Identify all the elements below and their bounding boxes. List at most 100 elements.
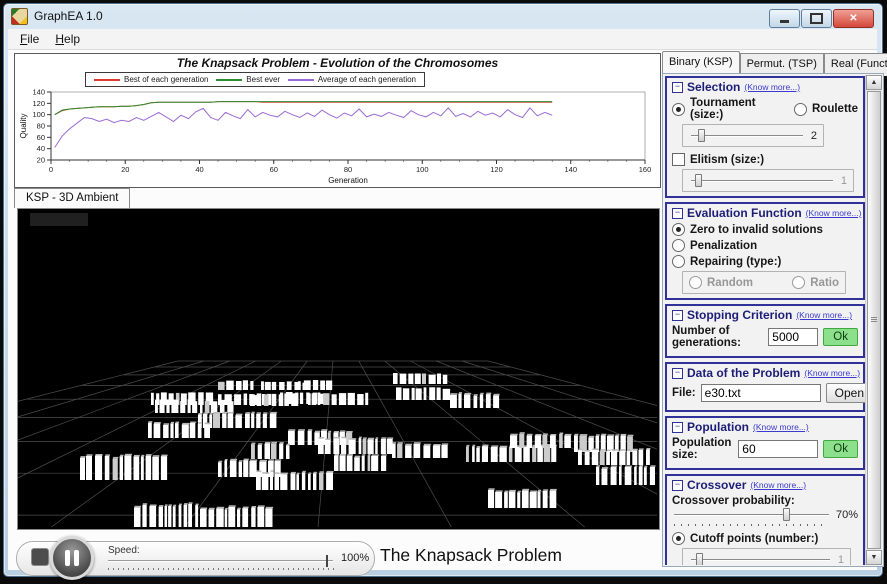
- zero-invalid-label: Zero to invalid solutions: [690, 224, 823, 236]
- speed-slider-track[interactable]: [108, 560, 333, 562]
- know-more-link[interactable]: (Know more...): [804, 368, 860, 378]
- generations-input[interactable]: [768, 328, 818, 346]
- know-more-link[interactable]: (Know more...): [744, 82, 800, 92]
- tournament-radio[interactable]: [672, 103, 685, 116]
- section-title: Selection: [687, 80, 740, 94]
- scrollbar-thumb[interactable]: [867, 91, 881, 549]
- slider-thumb[interactable]: [783, 508, 790, 521]
- legend-item: Best of each generation: [94, 75, 209, 84]
- close-button[interactable]: ✕: [833, 9, 874, 28]
- legend-swatch: [94, 79, 120, 81]
- roulette-radio[interactable]: [794, 103, 807, 116]
- stop-button[interactable]: [32, 549, 48, 565]
- legend-item: Best ever: [216, 75, 280, 84]
- pause-button[interactable]: [50, 536, 94, 580]
- elitism-size-value: 1: [841, 175, 847, 187]
- speed-slider[interactable]: [108, 555, 333, 567]
- collapse-icon[interactable]: −: [672, 480, 683, 491]
- open-button[interactable]: Open: [826, 383, 865, 403]
- problem-title: The Knapsack Problem: [380, 545, 562, 566]
- collapse-icon[interactable]: −: [672, 310, 683, 321]
- scroll-up-icon[interactable]: ▲: [866, 75, 882, 90]
- menubar: File Help: [8, 29, 877, 50]
- random-label: Random: [707, 277, 753, 289]
- slider-track[interactable]: [691, 559, 830, 561]
- elitism-size-slider[interactable]: [689, 174, 835, 187]
- legend-label: Best of each generation: [124, 75, 209, 84]
- slider-track[interactable]: [674, 514, 829, 516]
- file-input[interactable]: [701, 384, 821, 402]
- svg-text:80: 80: [37, 122, 45, 131]
- population-size-input[interactable]: [738, 440, 818, 458]
- svg-text:20: 20: [37, 156, 45, 165]
- scroll-down-icon[interactable]: ▼: [866, 550, 882, 565]
- slider-thumb[interactable]: [696, 553, 703, 565]
- slider-thumb[interactable]: [695, 174, 702, 187]
- cutoff-points-value: 1: [838, 554, 844, 566]
- minimize-button[interactable]: [769, 9, 800, 28]
- section-selection: − Selection (Know more...) Tournament (s…: [665, 76, 865, 198]
- panel-scrollbar[interactable]: ▲ ▼: [865, 75, 882, 565]
- tab-ksp-3d-ambient[interactable]: KSP - 3D Ambient: [14, 188, 130, 208]
- collapse-icon[interactable]: −: [672, 422, 683, 433]
- menu-file[interactable]: File: [12, 30, 47, 48]
- svg-text:100: 100: [32, 110, 45, 119]
- collapse-icon[interactable]: −: [672, 208, 683, 219]
- chart-legend: Best of each generation Best ever Averag…: [85, 72, 425, 87]
- collapse-icon[interactable]: −: [672, 368, 683, 379]
- cutoff-points-radio[interactable]: [672, 532, 685, 545]
- parameter-tabs: Binary (KSP) Permut. (TSP) Real (Functio…: [662, 51, 884, 73]
- ratio-radio[interactable]: [792, 276, 805, 289]
- penalization-radio[interactable]: [672, 239, 685, 252]
- know-more-link[interactable]: (Know more...): [796, 310, 852, 320]
- chart-title: The Knapsack Problem - Evolution of the …: [15, 56, 660, 70]
- section-stopping-criterion: − Stopping Criterion (Know more...) Numb…: [665, 304, 865, 358]
- crossover-probability-value: 70%: [836, 509, 858, 521]
- legend-swatch: [288, 79, 314, 81]
- crossover-probability-slider[interactable]: [672, 508, 831, 521]
- repairing-radio[interactable]: [672, 255, 685, 268]
- know-more-link[interactable]: (Know more...): [750, 480, 806, 490]
- cutoff-points-slider[interactable]: [689, 553, 832, 565]
- slider-thumb[interactable]: [698, 129, 705, 142]
- random-radio[interactable]: [689, 276, 702, 289]
- parameters-body: − Selection (Know more...) Tournament (s…: [662, 73, 884, 567]
- slider-track[interactable]: [691, 180, 833, 182]
- pause-icon: [65, 550, 70, 566]
- slider-ticks: [674, 524, 828, 526]
- elitism-label: Elitism (size:): [690, 154, 764, 166]
- repairing-label: Repairing (type:): [690, 256, 781, 268]
- svg-text:40: 40: [37, 144, 45, 153]
- minimize-icon: [780, 20, 789, 23]
- svg-text:80: 80: [344, 165, 352, 174]
- know-more-link[interactable]: (Know more...): [753, 422, 809, 432]
- titlebar[interactable]: GraphEA 1.0 ✕: [4, 4, 882, 28]
- zero-invalid-radio[interactable]: [672, 223, 685, 236]
- menu-help[interactable]: Help: [47, 30, 88, 48]
- svg-text:120: 120: [32, 99, 45, 108]
- app-window: GraphEA 1.0 ✕ File Help The Knapsack Pro…: [3, 3, 883, 577]
- svg-text:Generation: Generation: [328, 176, 368, 185]
- collapse-icon[interactable]: −: [672, 82, 683, 93]
- 3d-scene: [18, 209, 657, 527]
- parameter-sections: − Selection (Know more...) Tournament (s…: [665, 76, 865, 565]
- legend-swatch: [216, 79, 242, 81]
- elitism-checkbox[interactable]: [672, 153, 685, 166]
- ratio-label: Ratio: [810, 277, 839, 289]
- svg-text:140: 140: [32, 88, 45, 97]
- slider-track[interactable]: [691, 135, 803, 137]
- maximize-icon: [810, 13, 823, 24]
- roulette-label: Roulette: [812, 103, 858, 115]
- legend-item: Average of each generation: [288, 75, 416, 84]
- generations-ok-button[interactable]: Ok: [823, 328, 858, 346]
- 3d-viewport[interactable]: [17, 208, 660, 530]
- maximize-button[interactable]: [801, 9, 832, 28]
- generations-label: Number of generations:: [672, 325, 763, 349]
- population-ok-button[interactable]: Ok: [823, 440, 858, 458]
- tournament-size-value: 2: [811, 130, 817, 142]
- svg-text:20: 20: [121, 165, 129, 174]
- section-evaluation-function: − Evaluation Function (Know more...) Zer…: [665, 202, 865, 300]
- speed-slider-thumb[interactable]: [326, 555, 328, 567]
- know-more-link[interactable]: (Know more...): [806, 208, 862, 218]
- tournament-size-slider[interactable]: [689, 129, 805, 142]
